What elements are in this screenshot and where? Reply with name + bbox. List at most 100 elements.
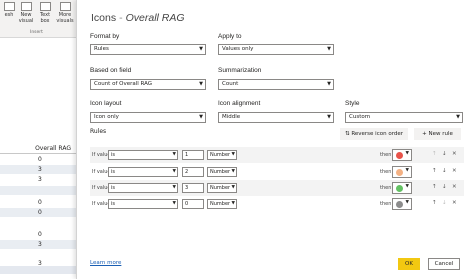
then-label: then [380,169,392,175]
table-row [0,250,76,259]
rule-operator-dropdown[interactable]: is ▼ [108,183,178,193]
cancel-button[interactable]: Cancel [428,258,460,270]
chevron-down-icon: ▼ [199,81,203,87]
move-up-icon[interactable]: ↑ [432,200,437,206]
then-label: then [380,152,392,158]
icon-layout-label: Icon layout [90,100,122,107]
text-box-icon [39,2,51,11]
chevron-down-icon: ▼ [172,169,176,174]
rule-icon-picker[interactable]: ▼ [392,198,412,210]
chevron-down-icon: ▼ [199,114,203,120]
rule-icon-picker[interactable]: ▼ [392,182,412,194]
move-down-icon[interactable]: ↓ [442,151,447,157]
rule-operator-dropdown[interactable]: is ▼ [108,199,178,209]
new-rule-label: New rule [428,131,453,137]
chevron-down-icon: ▼ [405,184,409,189]
table-row: 3 [0,240,76,249]
refresh-button[interactable]: esh [0,2,18,18]
rule-operator-dropdown[interactable]: is ▼ [108,167,178,177]
then-label: then [380,185,392,191]
rule-icon-picker[interactable]: ▼ [392,149,412,161]
more-visuals-button[interactable]: More visuals [55,2,75,24]
table-cell: 3 [38,166,42,173]
column-header-overall-rag: Overall RAG [35,145,71,152]
rule-row: If value is ▼ 3 Number ▼ then ▼ ↑ ↓ ✕ [90,180,464,196]
chevron-down-icon: ▼ [231,201,235,206]
rule-type-dropdown[interactable]: Number ▼ [207,183,237,193]
table-row [0,186,76,195]
report-canvas: esh New visual Text box More visuals Ins… [0,0,76,279]
learn-more-link[interactable]: Learn more [90,260,121,266]
icon-alignment-value: Middle [222,114,241,120]
rule-type-value: Number [210,201,231,207]
summarization-dropdown[interactable]: Count ▼ [218,79,334,90]
rule-value-input[interactable]: 1 [182,150,204,160]
delete-rule-icon[interactable]: ✕ [452,200,457,206]
dialog-title-field: Overall RAG [125,12,185,24]
dialog-title: Icons - Overall RAG [91,12,185,24]
dialog-title-separator: - [119,12,123,24]
move-up-icon[interactable]: ↑ [432,151,437,157]
text-box-label: Text box [39,12,51,24]
based-on-field-value: Count of Overall RAG [94,81,153,87]
rule-value-input[interactable]: 0 [182,199,204,209]
apply-to-dropdown[interactable]: Values only ▼ [218,44,334,55]
more-visuals-label: More visuals [56,12,74,24]
rule-operator-value: is [111,185,115,191]
reverse-icon-order-label: Reverse icon order [351,131,404,137]
based-on-field-label: Based on field [90,67,132,74]
icon-layout-dropdown[interactable]: Icon only ▼ [90,112,206,123]
refresh-label: esh [4,12,14,18]
style-dropdown[interactable]: Custom ▼ [345,112,463,123]
rule-type-dropdown[interactable]: Number ▼ [207,150,237,160]
chevron-down-icon: ▼ [231,152,235,157]
style-value: Custom [349,114,371,120]
ribbon: esh New visual Text box More visuals Ins… [0,0,76,38]
move-down-icon[interactable]: ↓ [442,168,447,174]
chevron-down-icon: ▼ [231,185,235,190]
chevron-down-icon: ▼ [172,185,176,190]
circle-icon [396,201,403,208]
table-cell: 0 [38,199,42,206]
new-rule-button[interactable]: + New rule [414,128,461,140]
icon-alignment-dropdown[interactable]: Middle ▼ [218,112,334,123]
format-by-dropdown[interactable]: Rules ▼ [90,44,206,55]
delete-rule-icon[interactable]: ✕ [452,184,457,190]
table-cell: 3 [38,176,42,183]
move-down-icon[interactable]: ↓ [442,184,447,190]
rule-icon-picker[interactable]: ▼ [392,166,412,178]
rule-operator-dropdown[interactable]: is ▼ [108,150,178,160]
rule-operator-value: is [111,169,115,175]
move-up-icon[interactable]: ↑ [432,168,437,174]
summarization-value: Count [222,81,239,87]
table-row: 0 [0,230,76,239]
table-row: 3 [0,165,76,174]
move-down-icon[interactable]: ↓ [442,200,447,206]
ok-button[interactable]: OK [398,258,420,270]
table-header[interactable]: Overall RAG [0,142,76,154]
rule-type-dropdown[interactable]: Number ▼ [207,199,237,209]
move-up-icon[interactable]: ↑ [432,184,437,190]
rule-type-dropdown[interactable]: Number ▼ [207,167,237,177]
delete-rule-icon[interactable]: ✕ [452,168,457,174]
chevron-down-icon: ▼ [405,151,409,156]
then-label: then [380,201,392,207]
table-cell: 0 [38,156,42,163]
table-row: 3 [0,175,76,184]
chevron-down-icon: ▼ [172,152,176,157]
table-row [0,218,76,227]
rule-value-input[interactable]: 3 [182,183,204,193]
table-cell: 3 [38,241,42,248]
chevron-down-icon: ▼ [327,46,331,52]
table-row: 0 [0,198,76,207]
new-visual-button[interactable]: New visual [17,2,35,24]
based-on-field-dropdown[interactable]: Count of Overall RAG ▼ [90,79,206,90]
text-box-button[interactable]: Text box [36,2,54,24]
summarization-label: Summarization [218,67,262,74]
rule-value-input[interactable]: 2 [182,167,204,177]
delete-rule-icon[interactable]: ✕ [452,151,457,157]
table-scrollbar[interactable] [0,266,76,274]
reverse-icon-order-button[interactable]: ⇅ Reverse icon order [340,128,408,140]
rule-operator-value: is [111,152,115,158]
ribbon-group-insert: Insert [30,30,43,35]
